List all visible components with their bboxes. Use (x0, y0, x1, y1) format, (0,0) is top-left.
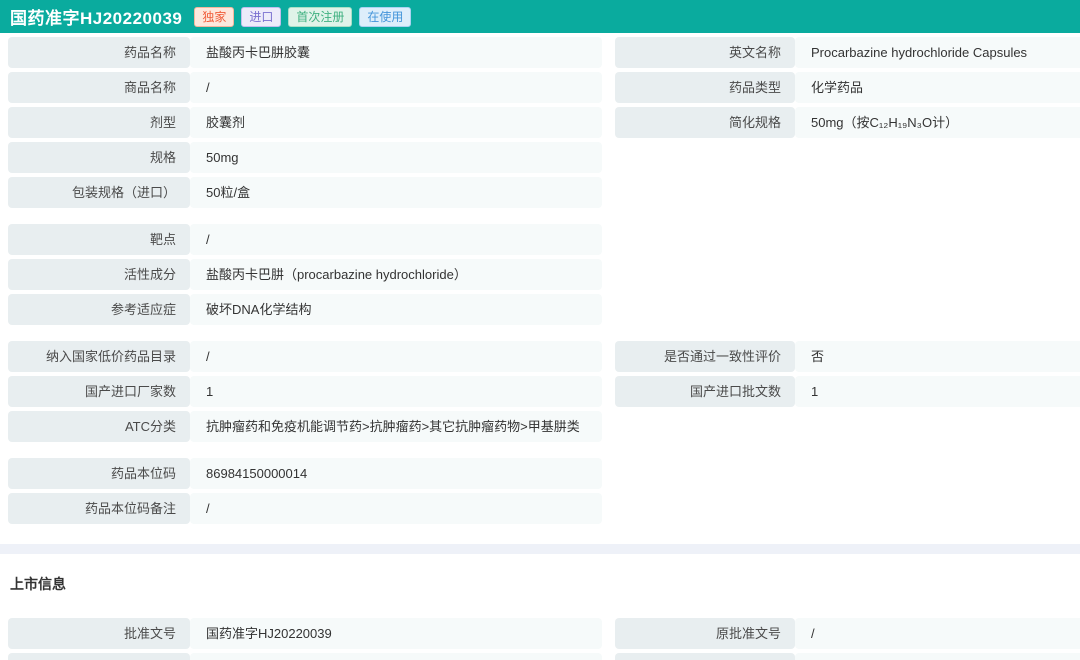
badge-first-registration: 首次注册 (288, 7, 352, 27)
header-bar: 国药准字HJ20220039 独家 进口 首次注册 在使用 (0, 0, 1080, 33)
field-value: 50mg（按C₁₂H₁₉N₃O计） (795, 107, 1080, 138)
field-label: 简化规格 (615, 107, 795, 138)
table-row: 药品本位码 86984150000014 (8, 458, 1080, 489)
field-value: 国药准字HJ20220039 (190, 618, 602, 649)
field-value: 50粒/盒 (190, 177, 602, 208)
table-row: 批准文号 国药准字HJ20220039 原批准文号 / (8, 618, 1080, 649)
field-label: 药品类型 (615, 72, 795, 103)
approval-number-title: 国药准字HJ20220039 (10, 4, 182, 29)
table-row: 活性成分 盐酸丙卡巴肼（procarbazine hydrochloride） (8, 259, 1080, 290)
badge-in-use: 在使用 (359, 7, 411, 27)
badge-imported: 进口 (241, 7, 281, 27)
table-row: 国产进口厂家数 1 国产进口批文数 1 (8, 376, 1080, 407)
table-row: 商品名称 / 药品类型 化学药品 (8, 72, 1080, 103)
field-value: Procarbazine hydrochloride Capsules (795, 37, 1080, 68)
field-value: 1 (190, 376, 602, 407)
field-label: 国产进口批文数 (615, 376, 795, 407)
table-row: 靶点 / (8, 224, 1080, 255)
field-value: 破坏DNA化学结构 (190, 294, 602, 325)
field-label: ATC分类 (8, 411, 190, 442)
field-value: / (795, 618, 1080, 649)
section-divider (0, 544, 1080, 554)
table-row: ATC分类 抗肿瘤药和免疫机能调节药>抗肿瘤药>其它抗肿瘤药物>甲基肼类 (8, 411, 1080, 442)
info-group-catalog: 纳入国家低价药品目录 / 是否通过一致性评价 否 国产进口厂家数 1 国产进口批… (0, 341, 1080, 442)
table-row: 剂型 胶囊剂 简化规格 50mg（按C₁₂H₁₉N₃O计） (8, 107, 1080, 138)
badge-group: 独家 进口 首次注册 在使用 (194, 7, 418, 27)
table-row: 纳入国家低价药品目录 / 是否通过一致性评价 否 (8, 341, 1080, 372)
field-label: 包装规格（进口） (8, 177, 190, 208)
field-value (190, 653, 602, 660)
listing-section: 批准文号 国药准字HJ20220039 原批准文号 / (0, 618, 1080, 660)
field-value: / (190, 341, 602, 372)
field-label: 药品本位码 (8, 458, 190, 489)
field-label: 国产进口厂家数 (8, 376, 190, 407)
table-row: 规格 50mg (8, 142, 1080, 173)
field-label (8, 653, 190, 660)
field-label: 剂型 (8, 107, 190, 138)
field-label: 药品名称 (8, 37, 190, 68)
info-group-code: 药品本位码 86984150000014 药品本位码备注 / (0, 458, 1080, 524)
field-value (795, 653, 1080, 660)
table-row: 药品本位码备注 / (8, 493, 1080, 524)
field-value: 1 (795, 376, 1080, 407)
field-label: 批准文号 (8, 618, 190, 649)
field-label: 参考适应症 (8, 294, 190, 325)
listing-section-title: 上市信息 (10, 574, 1080, 594)
table-row-clipped (8, 653, 1080, 660)
field-value: 86984150000014 (190, 458, 602, 489)
field-label: 规格 (8, 142, 190, 173)
info-group-pharmacology: 靶点 / 活性成分 盐酸丙卡巴肼（procarbazine hydrochlor… (0, 224, 1080, 325)
badge-exclusive: 独家 (194, 7, 234, 27)
field-value: / (190, 493, 602, 524)
field-value: 抗肿瘤药和免疫机能调节药>抗肿瘤药>其它抗肿瘤药物>甲基肼类 (190, 411, 602, 442)
field-value: / (190, 224, 602, 255)
field-label: 活性成分 (8, 259, 190, 290)
field-value: 否 (795, 341, 1080, 372)
field-value: 盐酸丙卡巴肼胶囊 (190, 37, 602, 68)
field-label (615, 653, 795, 660)
field-value: 化学药品 (795, 72, 1080, 103)
field-label: 商品名称 (8, 72, 190, 103)
table-row: 参考适应症 破坏DNA化学结构 (8, 294, 1080, 325)
field-label: 原批准文号 (615, 618, 795, 649)
field-value: / (190, 72, 602, 103)
field-label: 是否通过一致性评价 (615, 341, 795, 372)
table-row: 药品名称 盐酸丙卡巴肼胶囊 英文名称 Procarbazine hydrochl… (8, 37, 1080, 68)
field-value: 盐酸丙卡巴肼（procarbazine hydrochloride） (190, 259, 602, 290)
field-label: 纳入国家低价药品目录 (8, 341, 190, 372)
field-value: 50mg (190, 142, 602, 173)
drug-detail-page: 国药准字HJ20220039 独家 进口 首次注册 在使用 药品名称 盐酸丙卡巴… (0, 0, 1080, 660)
field-label: 药品本位码备注 (8, 493, 190, 524)
field-label: 英文名称 (615, 37, 795, 68)
field-value: 胶囊剂 (190, 107, 602, 138)
info-group-basic: 药品名称 盐酸丙卡巴肼胶囊 英文名称 Procarbazine hydrochl… (0, 37, 1080, 208)
table-row: 包装规格（进口） 50粒/盒 (8, 177, 1080, 208)
field-label: 靶点 (8, 224, 190, 255)
